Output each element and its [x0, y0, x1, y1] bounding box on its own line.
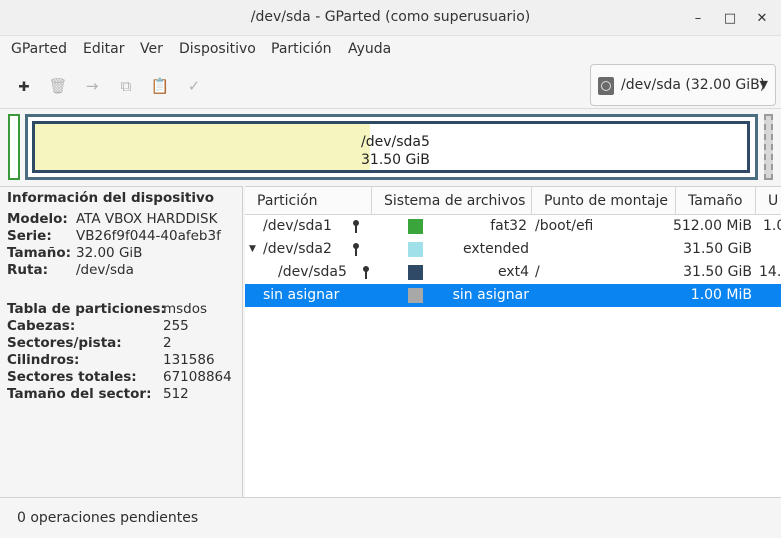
table-row[interactable]: /dev/sda1 fat32 /boot/efi 512.00 MiB 1.0 [245, 215, 781, 238]
partition-map-sda5[interactable]: /dev/sda5 31.50 GiB [32, 121, 750, 173]
menu-particion[interactable]: Partición [271, 41, 332, 57]
pending-operations-status: 0 operaciones pendientes [17, 510, 199, 526]
filesystem-cell: fat32 [490, 218, 527, 234]
partition-map-name: /dev/sda5 [361, 134, 430, 150]
column-header-sistema-archivos[interactable]: Sistema de archivos [372, 187, 532, 215]
partition-map-sda1[interactable] [8, 114, 20, 180]
info-key: Sectores totales: [7, 369, 137, 385]
size-cell: 31.50 GiB [683, 241, 752, 257]
size-cell: 512.00 MiB [672, 218, 752, 234]
filesystem-cell: sin asignar [452, 287, 529, 303]
info-value: 67108864 [163, 369, 232, 385]
menu-dispositivo[interactable]: Dispositivo [179, 41, 256, 57]
used-cell: 14. [759, 264, 781, 280]
menu-ayuda[interactable]: Ayuda [348, 41, 391, 57]
hard-disk-icon [598, 77, 614, 95]
new-partition-icon[interactable]: 🞦 [14, 76, 34, 96]
info-value: 2 [163, 335, 172, 351]
resize-move-icon[interactable]: → [82, 76, 102, 96]
lock-key-icon [362, 266, 370, 280]
info-key: Serie: [7, 228, 52, 244]
menu-ver[interactable]: Ver [140, 41, 163, 57]
table-row[interactable]: /dev/sda5 ext4 / 31.50 GiB 14. [245, 261, 781, 284]
info-value: 255 [163, 318, 189, 334]
info-value: 32.00 GiB [76, 245, 143, 261]
window-title: /dev/sda - GParted (como superusuario) [250, 9, 531, 25]
mount-cell: /boot/efi [535, 218, 594, 234]
device-selector-label: /dev/sda (32.00 GiB) [621, 77, 766, 93]
info-key: Tabla de particiones: [7, 301, 166, 317]
device-selector[interactable]: /dev/sda (32.00 GiB) ▼ [590, 64, 776, 106]
close-button[interactable]: ✕ [752, 8, 772, 28]
partition-map-extended[interactable]: /dev/sda5 31.50 GiB [25, 114, 758, 180]
info-key: Modelo: [7, 211, 68, 227]
lock-key-icon [352, 243, 360, 257]
paste-icon[interactable]: 📋 [150, 76, 170, 96]
apply-icon[interactable]: ✓ [184, 76, 204, 96]
size-cell: 31.50 GiB [683, 264, 752, 280]
partition-map-unallocated[interactable] [764, 114, 773, 180]
delete-icon[interactable]: 🗑 [48, 76, 68, 96]
column-header-tamano[interactable]: Tamaño [676, 187, 756, 215]
mount-cell: / [535, 264, 540, 280]
used-cell: 1.0 [763, 218, 781, 234]
info-value: msdos [163, 301, 208, 317]
column-header-usado[interactable]: U [756, 187, 781, 215]
column-header-particion[interactable]: Partición [245, 187, 372, 215]
device-info-panel: Información del dispositivo Modelo: ATA … [0, 186, 243, 497]
info-value: ATA VBOX HARDDISK [76, 211, 218, 227]
menu-gparted[interactable]: GParted [11, 41, 67, 57]
info-value: /dev/sda [76, 262, 134, 278]
partition-map-used-space [35, 124, 370, 170]
filesystem-color-swatch [408, 288, 423, 303]
filesystem-cell: ext4 [497, 264, 529, 280]
copy-icon[interactable]: ⧉ [116, 76, 136, 96]
info-key: Tamaño: [7, 245, 72, 261]
chevron-down-icon: ▼ [759, 78, 768, 91]
expander-icon[interactable]: ▼ [249, 244, 256, 254]
partition-cell: /dev/sda5 [278, 264, 347, 280]
partition-map-size: 31.50 GiB [361, 152, 430, 168]
info-value: 131586 [163, 352, 215, 368]
table-row-selected[interactable]: sin asignar sin asignar 1.00 MiB [245, 284, 781, 307]
info-key: Ruta: [7, 262, 48, 278]
lock-key-icon [352, 220, 360, 234]
filesystem-color-swatch [408, 219, 423, 234]
info-value: 512 [163, 386, 189, 402]
status-bar: 0 operaciones pendientes [0, 497, 781, 538]
menu-editar[interactable]: Editar [83, 41, 124, 57]
maximize-button[interactable]: □ [720, 8, 740, 28]
filesystem-cell: extended [462, 241, 529, 257]
partition-list: Partición Sistema de archivos Punto de m… [245, 186, 781, 497]
filesystem-color-swatch [408, 242, 423, 257]
table-row[interactable]: ▼ /dev/sda2 extended 31.50 GiB [245, 238, 781, 261]
info-value: VB26f9f044-40afeb3f [76, 228, 221, 244]
device-info-title: Información del dispositivo [7, 190, 215, 206]
partition-map: /dev/sda5 31.50 GiB [0, 108, 781, 186]
partition-cell: /dev/sda2 [263, 241, 332, 257]
info-key: Sectores/pista: [7, 335, 122, 351]
title-bar: /dev/sda - GParted (como superusuario) –… [0, 0, 781, 36]
filesystem-color-swatch [408, 265, 423, 280]
info-key: Cilindros: [7, 352, 80, 368]
size-cell: 1.00 MiB [690, 287, 752, 303]
partition-cell: /dev/sda1 [263, 218, 332, 234]
partition-cell: sin asignar [263, 287, 340, 303]
menu-bar: GParted Editar Ver Dispositivo Partición… [0, 36, 781, 64]
info-key: Cabezas: [7, 318, 76, 334]
info-key: Tamaño del sector: [7, 386, 152, 402]
column-header-punto-montaje[interactable]: Punto de montaje [532, 187, 676, 215]
minimize-button[interactable]: – [688, 8, 708, 28]
